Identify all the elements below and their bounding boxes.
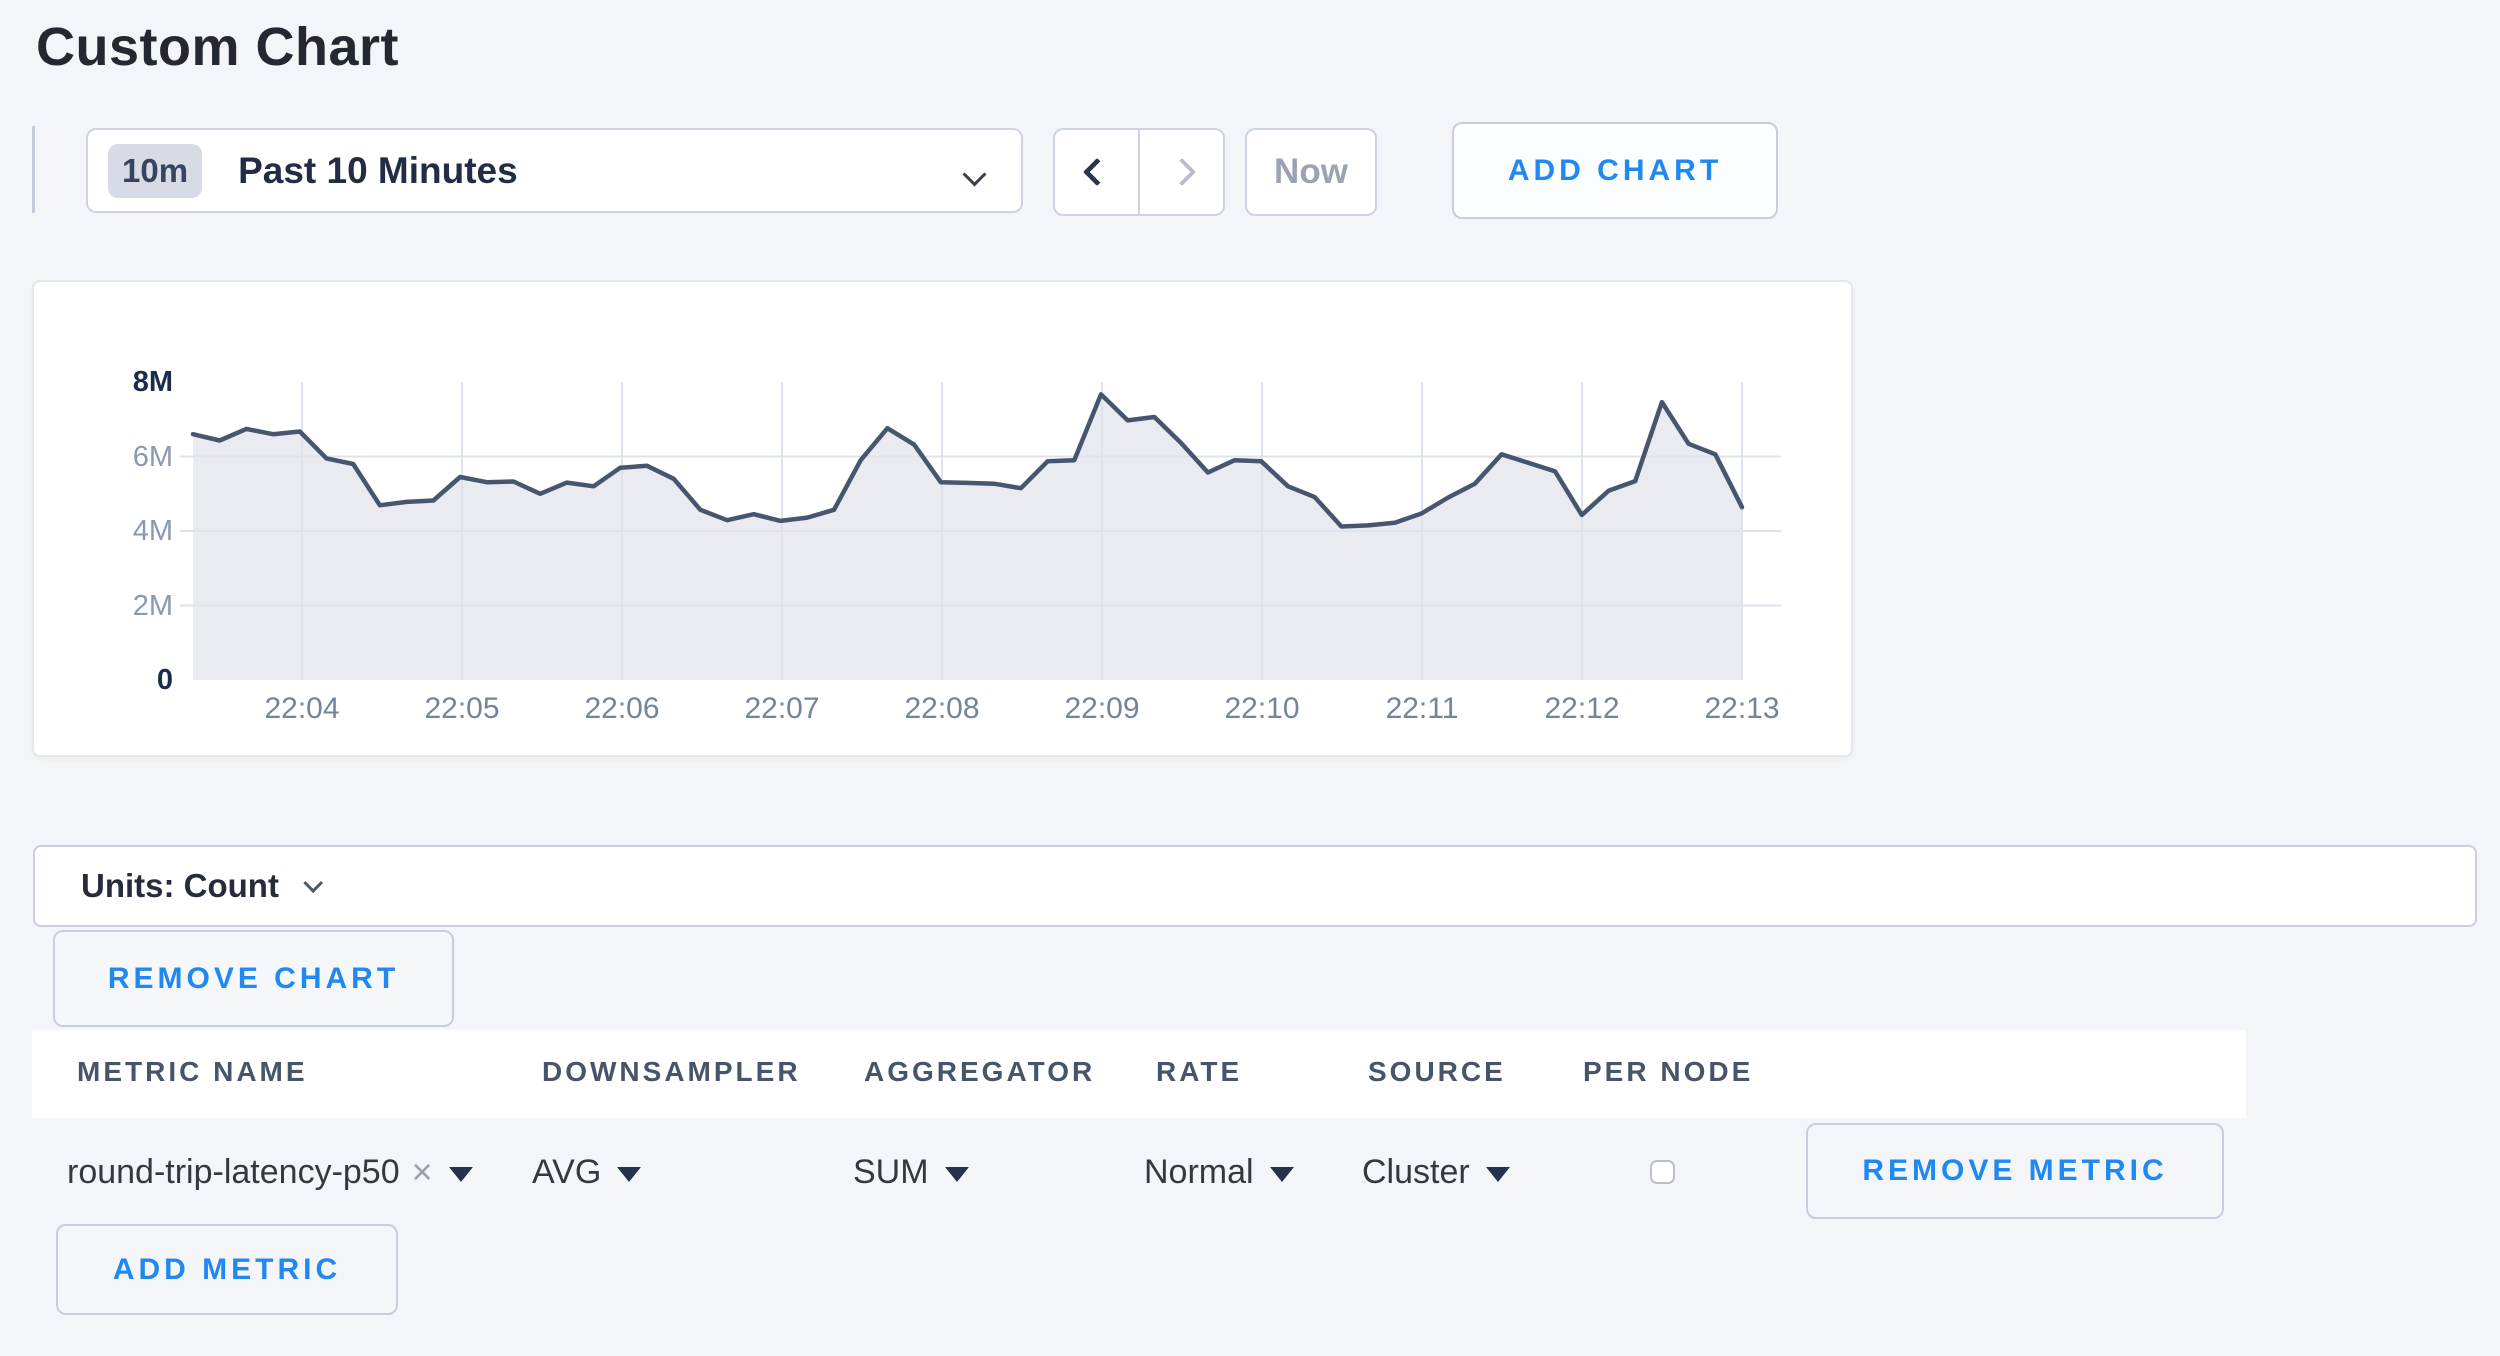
metric-name-value: round-trip-latency-p50 bbox=[67, 1153, 400, 1192]
page-title: Custom Chart bbox=[36, 16, 399, 78]
x-tick-label: 22:13 bbox=[1672, 692, 1812, 726]
caret-down-icon bbox=[617, 1167, 641, 1182]
metric-name-select[interactable]: round-trip-latency-p50 × bbox=[67, 1150, 473, 1194]
column-header-source: SOURCE bbox=[1368, 1056, 1506, 1088]
aggregator-value: SUM bbox=[853, 1153, 929, 1192]
x-tick-label: 22:04 bbox=[232, 692, 372, 726]
y-tick-label: 0 bbox=[73, 664, 173, 696]
x-tick-label: 22:07 bbox=[712, 692, 852, 726]
units-label: Units: Count bbox=[81, 867, 279, 905]
downsampler-select[interactable]: AVG bbox=[532, 1150, 641, 1194]
chevron-down-icon bbox=[962, 162, 986, 186]
x-tick-label: 22:10 bbox=[1192, 692, 1332, 726]
units-dropdown[interactable]: Units: Count bbox=[33, 845, 2477, 927]
source-value: Cluster bbox=[1362, 1153, 1470, 1192]
time-range-badge: 10m bbox=[108, 144, 202, 198]
caret-down-icon bbox=[945, 1167, 969, 1182]
time-back-button[interactable] bbox=[1055, 130, 1138, 214]
time-nav-group bbox=[1053, 128, 1225, 216]
x-tick-label: 22:11 bbox=[1352, 692, 1492, 726]
y-tick-label: 6M bbox=[73, 441, 173, 473]
metric-table-header: METRIC NAME DOWNSAMPLER AGGREGATOR RATE SOUR… bbox=[32, 1030, 2246, 1118]
column-header-downsampler: DOWNSAMPLER bbox=[542, 1056, 801, 1088]
y-tick-label: 4M bbox=[73, 515, 173, 547]
column-header-aggregator: AGGREGATOR bbox=[864, 1056, 1095, 1088]
downsampler-value: AVG bbox=[532, 1153, 601, 1192]
rate-select[interactable]: Normal bbox=[1144, 1150, 1294, 1194]
chevron-down-icon bbox=[303, 873, 323, 893]
x-tick-label: 22:09 bbox=[1032, 692, 1172, 726]
remove-chart-button[interactable]: REMOVE CHART bbox=[53, 930, 454, 1027]
x-tick-label: 22:08 bbox=[872, 692, 1012, 726]
x-tick-label: 22:06 bbox=[552, 692, 692, 726]
toolbar-left-divider bbox=[32, 126, 35, 213]
aggregator-select[interactable]: SUM bbox=[853, 1150, 969, 1194]
time-forward-button[interactable] bbox=[1140, 130, 1223, 214]
x-tick-label: 22:12 bbox=[1512, 692, 1652, 726]
x-tick-label: 22:05 bbox=[392, 692, 532, 726]
rate-value: Normal bbox=[1144, 1153, 1254, 1192]
y-tick-label: 2M bbox=[73, 590, 173, 622]
add-chart-button[interactable]: ADD CHART bbox=[1452, 122, 1778, 219]
caret-down-icon bbox=[449, 1167, 473, 1182]
time-range-dropdown[interactable]: 10m Past 10 Minutes bbox=[86, 128, 1023, 213]
source-select[interactable]: Cluster bbox=[1362, 1150, 1510, 1194]
now-button[interactable]: Now bbox=[1245, 128, 1377, 216]
series-area-fill bbox=[193, 394, 1742, 680]
column-header-metric-name: METRIC NAME bbox=[77, 1056, 308, 1088]
chevron-left-icon bbox=[1082, 158, 1110, 186]
per-node-checkbox[interactable] bbox=[1650, 1160, 1675, 1184]
timeseries-area-chart[interactable] bbox=[180, 382, 1781, 680]
caret-down-icon bbox=[1270, 1167, 1294, 1182]
column-header-per-node: PER NODE bbox=[1583, 1056, 1753, 1088]
y-tick-label: 8M bbox=[73, 366, 173, 398]
custom-chart-page: Custom Chart 10m Past 10 Minutes Now ADD… bbox=[0, 0, 2500, 1356]
clear-metric-icon[interactable]: × bbox=[412, 1151, 433, 1193]
time-range-label: Past 10 Minutes bbox=[238, 150, 518, 192]
column-header-rate: RATE bbox=[1156, 1056, 1242, 1088]
add-metric-button[interactable]: ADD METRIC bbox=[56, 1224, 398, 1315]
caret-down-icon bbox=[1486, 1167, 1510, 1182]
remove-metric-button[interactable]: REMOVE METRIC bbox=[1806, 1123, 2224, 1219]
chevron-right-icon bbox=[1167, 158, 1195, 186]
